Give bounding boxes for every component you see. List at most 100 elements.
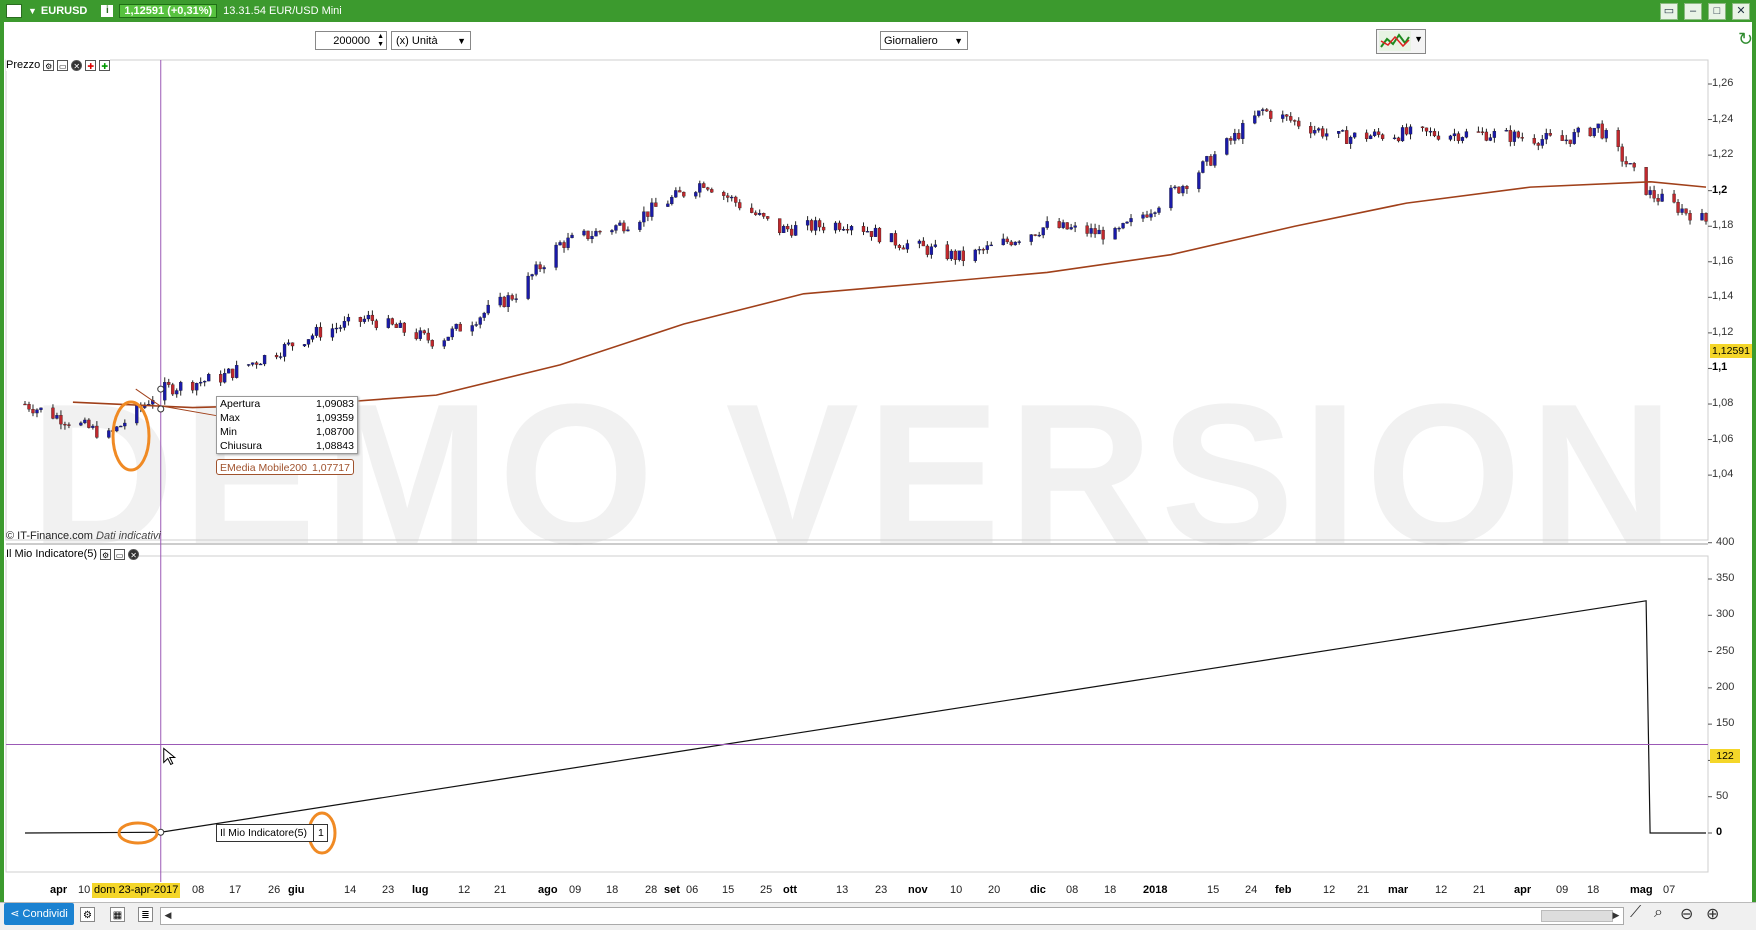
candle-body — [478, 317, 482, 325]
candle-body — [91, 425, 95, 428]
candle-body — [666, 203, 670, 207]
candle-body — [55, 415, 59, 419]
candle-body — [366, 314, 371, 320]
candle-body — [83, 419, 87, 424]
candle-body — [115, 426, 119, 432]
candle-body — [1656, 198, 1660, 202]
candle-body — [1253, 115, 1257, 124]
unit-select[interactable]: (x) Unità ▼ — [391, 31, 471, 50]
add-indicator-icon[interactable]: ✚ — [85, 59, 97, 71]
candle-body — [1057, 221, 1061, 228]
scroll-thumb[interactable] — [1541, 910, 1613, 922]
candle-body — [750, 207, 754, 213]
candle-body — [1201, 161, 1205, 173]
candle-body — [738, 202, 742, 209]
candle-body — [1652, 190, 1656, 199]
x-axis-tick: apr — [1514, 884, 1532, 896]
wrench-icon[interactable]: ⚙ — [43, 59, 55, 71]
symbol-dropdown-icon[interactable]: ▼ — [28, 6, 37, 16]
quantity-stepper[interactable]: 200000 ▲ ▼ — [315, 31, 387, 50]
x-axis-tick: set — [664, 884, 680, 896]
candle-body — [554, 244, 558, 268]
add-panel-icon[interactable]: ✚ — [99, 59, 111, 71]
zoom-out-icon[interactable]: ⊖ — [1680, 904, 1693, 924]
candle-body — [730, 196, 734, 199]
x-axis-tick: 08 — [1066, 884, 1079, 896]
x-axis-tick: 09 — [569, 884, 582, 896]
indicator-axis-tick: 200 — [1716, 680, 1735, 693]
candle-body — [442, 340, 446, 347]
candle-body — [1596, 123, 1600, 129]
candle-body — [933, 244, 938, 247]
ohlc-tooltip: Apertura 1,09083 Max 1,09359 Min 1,08700 Ch… — [216, 396, 358, 454]
price-axis-tick: 1,14 — [1712, 290, 1734, 303]
indicator-axis-tick: 350 — [1716, 572, 1735, 584]
candle-body — [1408, 126, 1413, 135]
candle-body — [390, 318, 394, 325]
x-axis-tick: 14 — [344, 884, 357, 896]
candle-body — [921, 240, 926, 247]
candle-body — [889, 233, 894, 243]
close-panel-icon[interactable]: ✕ — [71, 59, 83, 71]
info-icon[interactable]: i — [101, 5, 114, 17]
close-icon[interactable]: ✕ — [1732, 3, 1750, 20]
candle-body — [135, 404, 139, 424]
horizontal-scrollbar[interactable]: ◀ ▶ — [160, 907, 1624, 925]
candle-body — [191, 382, 195, 391]
indicator-tag-label: Il Mio Indicatore(5) — [220, 827, 307, 839]
refresh-icon[interactable]: ↻ — [1738, 29, 1753, 50]
candle-body — [79, 422, 83, 426]
share-button[interactable]: ⋖ Condividi — [4, 903, 74, 925]
symbol-name[interactable]: EURUSD — [41, 5, 87, 17]
candle-body — [310, 335, 315, 340]
candle-body — [1680, 208, 1684, 213]
indicator-line — [24, 600, 1706, 834]
candle-body — [1340, 130, 1345, 132]
price-axis-tick: 1,26 — [1712, 77, 1734, 89]
settings-icon[interactable]: ⚙ — [80, 907, 95, 922]
window-icon[interactable]: ▭ — [114, 548, 126, 560]
calculator-icon[interactable]: ▦ — [110, 907, 125, 922]
candle-body — [893, 233, 898, 246]
candle-body — [1676, 202, 1680, 213]
candle-body — [414, 332, 418, 339]
candle-body — [1544, 133, 1548, 140]
period-select[interactable]: Giornaliero ▼ — [880, 31, 968, 50]
candle-body — [1684, 208, 1688, 214]
candle-body — [678, 190, 682, 193]
draw-line-icon[interactable]: ⟋ — [1630, 904, 1641, 922]
chart-type-button[interactable]: ▼ — [1376, 29, 1426, 54]
candle-body — [67, 424, 71, 426]
candle-body — [203, 380, 207, 383]
candle-body — [1540, 139, 1544, 146]
stepper-arrows-icon[interactable]: ▲ ▼ — [377, 33, 384, 49]
bars-icon[interactable]: ≣ — [138, 907, 153, 922]
scroll-right-icon[interactable]: ▶ — [1609, 908, 1623, 922]
close-panel-icon[interactable]: ✕ — [128, 548, 140, 560]
candle-body — [346, 317, 351, 322]
candle-body — [837, 222, 842, 230]
candle-body — [702, 183, 706, 188]
candle-body — [706, 187, 710, 190]
candle-body — [394, 324, 398, 328]
candle-body — [1041, 227, 1045, 236]
window-icon[interactable]: ▭ — [57, 59, 69, 71]
x-axis-tick: 18 — [1587, 884, 1600, 896]
candle-body — [1237, 132, 1241, 139]
candle-body — [977, 249, 981, 251]
maximize-icon[interactable]: □ — [1708, 3, 1726, 20]
candle-body — [925, 245, 930, 255]
candle-body — [199, 381, 203, 384]
candle-body — [534, 264, 538, 275]
window-app-icon[interactable] — [6, 4, 22, 18]
candle-body — [1121, 223, 1125, 229]
candle-body — [342, 320, 347, 328]
zoom-area-icon[interactable]: ⌕ — [1654, 904, 1663, 922]
zoom-in-icon[interactable]: ⊕ — [1706, 904, 1719, 924]
scroll-left-icon[interactable]: ◀ — [161, 908, 175, 922]
candle-body — [1672, 193, 1676, 203]
x-axis-tick: 21 — [1473, 884, 1486, 896]
wrench-icon[interactable]: ⚙ — [100, 548, 112, 560]
minimize-icon[interactable]: – — [1684, 3, 1702, 20]
restore-window-icon[interactable]: ▭ — [1660, 3, 1678, 20]
